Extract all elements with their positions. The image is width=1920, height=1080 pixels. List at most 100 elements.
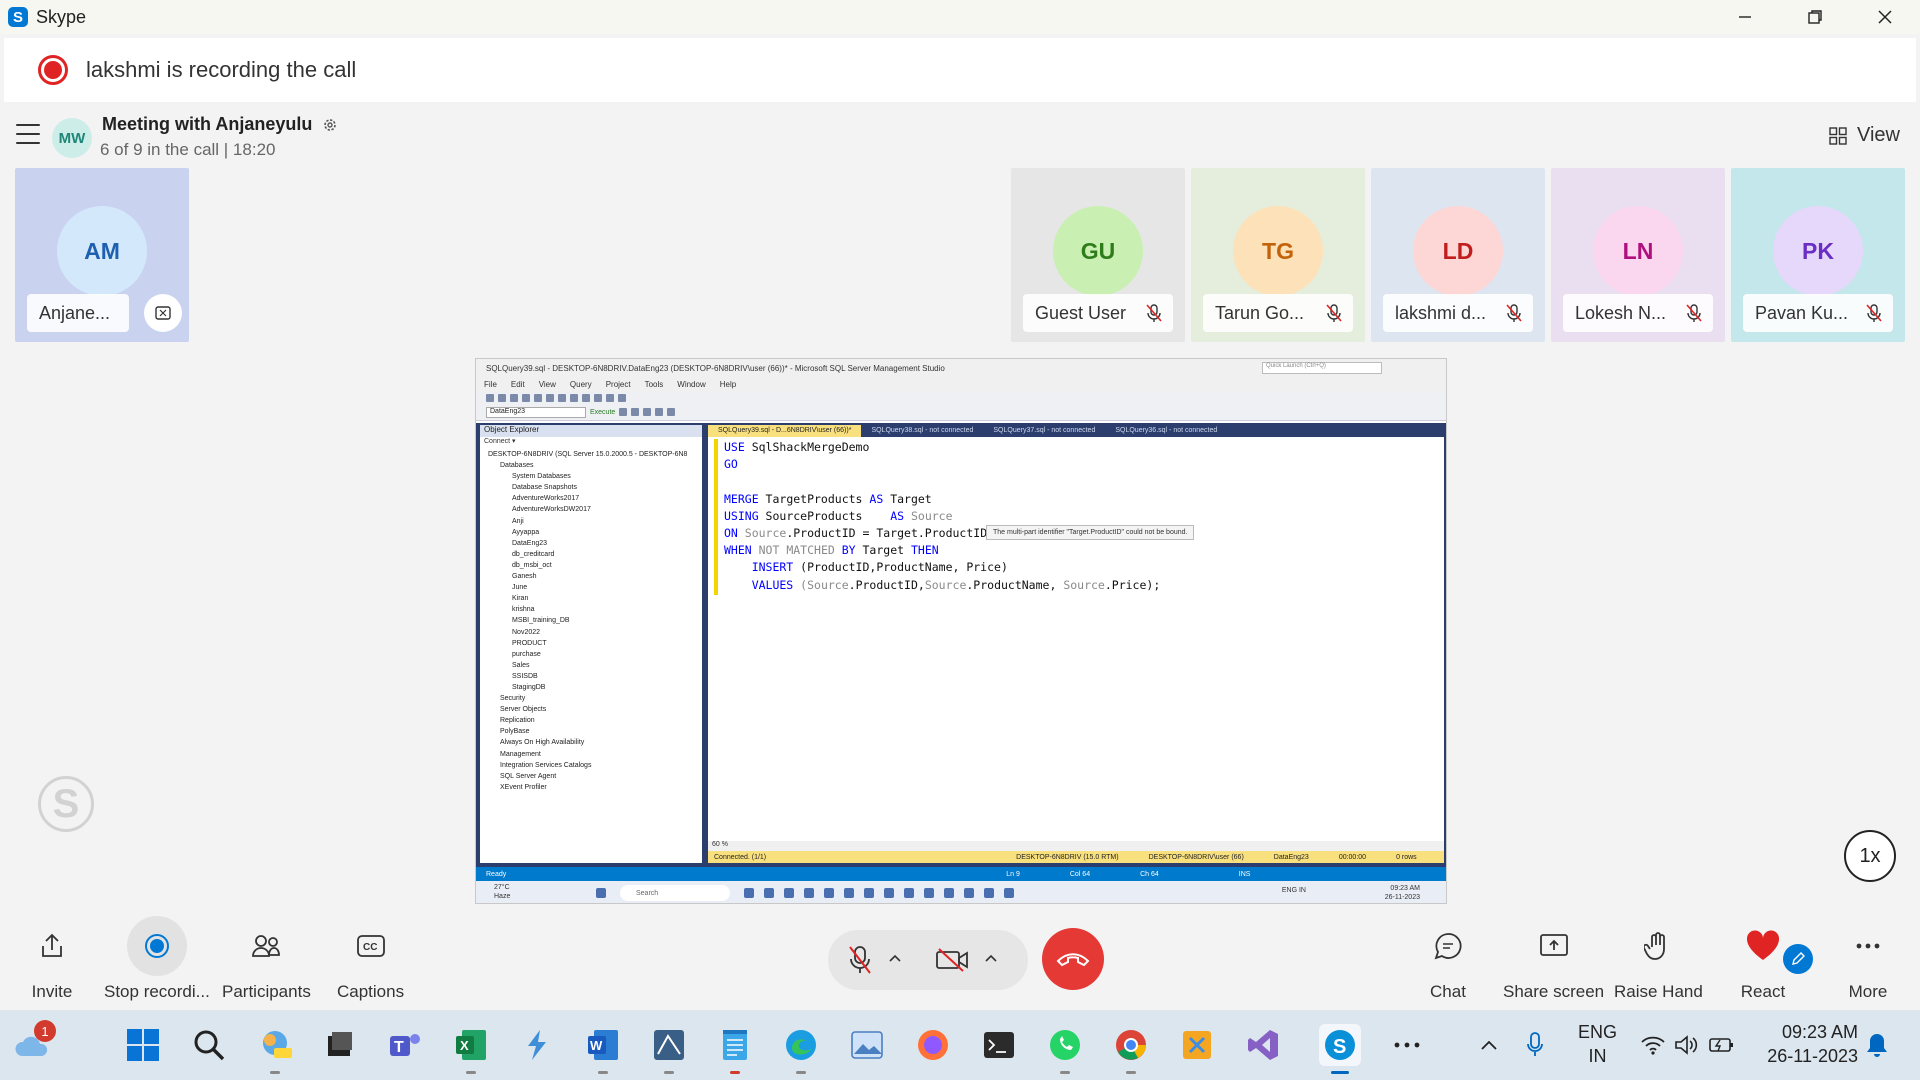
- captions-button[interactable]: CC Captions: [337, 916, 404, 1002]
- minimize-button[interactable]: [1710, 0, 1780, 34]
- taskbar-app-ssms[interactable]: [648, 1024, 690, 1074]
- taskbar-clock[interactable]: 09:23 AM 26-11-2023: [1767, 1020, 1858, 1068]
- mute-button[interactable]: [840, 940, 880, 980]
- tree-database[interactable]: DataEng23: [488, 538, 702, 549]
- editor-tab[interactable]: SQLQuery36.sql - not connected: [1105, 425, 1227, 437]
- tree-folder[interactable]: Always On High Availability: [488, 737, 702, 748]
- ssms-menu-item[interactable]: Edit: [511, 380, 525, 389]
- tree-folder[interactable]: XEvent Profiler: [488, 782, 702, 793]
- execute-button[interactable]: Execute: [590, 409, 615, 416]
- tree-database[interactable]: Nov2022: [488, 627, 702, 638]
- tree-database[interactable]: System Databases: [488, 471, 702, 482]
- taskbar-app-teams[interactable]: T: [384, 1024, 426, 1066]
- tree-database[interactable]: db_creditcard: [488, 549, 702, 560]
- taskbar-app-task-view[interactable]: [318, 1024, 360, 1066]
- tree-folder[interactable]: SQL Server Agent: [488, 771, 702, 782]
- start-button[interactable]: [122, 1024, 164, 1066]
- react-button[interactable]: React: [1733, 916, 1813, 1002]
- restore-button[interactable]: [1780, 0, 1850, 34]
- participant-tile[interactable]: LD lakshmi d...: [1371, 168, 1545, 342]
- quick-settings[interactable]: [1640, 1010, 1736, 1080]
- taskbar-app-excel[interactable]: X: [450, 1024, 492, 1074]
- weather-widget[interactable]: 1: [12, 1020, 56, 1066]
- tree-database[interactable]: krishna: [488, 604, 702, 615]
- tree-database[interactable]: AdventureWorks2017: [488, 493, 702, 504]
- chevron-up-icon[interactable]: [1480, 1039, 1498, 1051]
- chat-button[interactable]: Chat: [1418, 916, 1478, 1002]
- more-button[interactable]: More: [1838, 916, 1898, 1002]
- tree-database[interactable]: Ganesh: [488, 571, 702, 582]
- taskbar-app-edge[interactable]: [780, 1024, 822, 1074]
- taskbar-app-visual-studio[interactable]: [1242, 1024, 1284, 1066]
- editor-tab[interactable]: SQLQuery38.sql - not connected: [861, 425, 983, 437]
- editor-tab[interactable]: SQLQuery37.sql - not connected: [983, 425, 1105, 437]
- tree-database[interactable]: Sales: [488, 660, 702, 671]
- taskbar-app-terminal[interactable]: [978, 1024, 1020, 1066]
- ssms-menu-item[interactable]: File: [484, 380, 497, 389]
- query-editor[interactable]: SQLQuery39.sql - D...6N8DRIV\user (66))*…: [708, 425, 1444, 863]
- editor-tab[interactable]: SQLQuery39.sql - D...6N8DRIV\user (66))*: [708, 425, 862, 437]
- tree-database[interactable]: SSISDB: [488, 671, 702, 682]
- tree-database[interactable]: purchase: [488, 649, 702, 660]
- taskbar-app-skype[interactable]: S: [1319, 1024, 1361, 1074]
- connect-button[interactable]: Connect ▾: [480, 437, 702, 449]
- notifications-button[interactable]: [1866, 1010, 1888, 1080]
- ssms-menu-item[interactable]: Help: [720, 380, 736, 389]
- taskbar-overflow-button[interactable]: [1386, 1024, 1428, 1066]
- participant-tile[interactable]: PK Pavan Ku...: [1731, 168, 1905, 342]
- meeting-avatar[interactable]: MW: [52, 118, 92, 158]
- settings-icon[interactable]: [322, 117, 338, 133]
- audio-options-button[interactable]: [888, 950, 902, 968]
- menu-icon[interactable]: [16, 124, 40, 144]
- object-explorer-tree[interactable]: DESKTOP-6N8DRIV (SQL Server 15.0.2000.5 …: [480, 449, 702, 793]
- view-button[interactable]: View: [1829, 124, 1900, 147]
- tree-database[interactable]: PRODUCT: [488, 638, 702, 649]
- taskbar-app-firefox[interactable]: [912, 1024, 954, 1066]
- participant-tile[interactable]: GU Guest User: [1011, 168, 1185, 342]
- tree-folder[interactable]: Server Objects: [488, 704, 702, 715]
- participants-button[interactable]: Participants: [222, 916, 311, 1002]
- database-select[interactable]: DataEng23: [486, 406, 586, 418]
- participant-tile[interactable]: TG Tarun Go...: [1191, 168, 1365, 342]
- stop-recording-button[interactable]: Stop recordi...: [104, 916, 210, 1002]
- edit-reaction-button[interactable]: [1783, 944, 1813, 974]
- tree-database[interactable]: Ayyappa: [488, 527, 702, 538]
- zoom-level[interactable]: 60 %: [708, 841, 1444, 851]
- tree-databases[interactable]: Databases: [488, 460, 702, 471]
- tree-folder[interactable]: Security: [488, 693, 702, 704]
- taskbar-app-notepad[interactable]: [714, 1024, 756, 1074]
- tree-server[interactable]: DESKTOP-6N8DRIV (SQL Server 15.0.2000.5 …: [488, 449, 702, 460]
- close-button[interactable]: [1850, 0, 1920, 34]
- sql-code[interactable]: USE SqlShackMergeDemo GO MERGE TargetPro…: [724, 439, 1160, 594]
- tree-database[interactable]: Anji: [488, 516, 702, 527]
- tree-database[interactable]: MSBI_training_DB: [488, 615, 702, 626]
- tree-database[interactable]: AdventureWorksDW2017: [488, 504, 702, 515]
- taskbar-app-chrome[interactable]: [1110, 1024, 1152, 1074]
- language-indicator[interactable]: ENG IN: [1578, 1020, 1617, 1068]
- video-options-button[interactable]: [984, 950, 998, 968]
- taskbar-app-whatsapp[interactable]: [1044, 1024, 1086, 1074]
- speed-button[interactable]: 1x: [1844, 830, 1896, 882]
- raise-hand-button[interactable]: Raise Hand: [1614, 916, 1703, 1002]
- share-screen-button[interactable]: Share screen: [1503, 916, 1604, 1002]
- taskbar-app-snipping[interactable]: [1176, 1024, 1218, 1066]
- tree-database[interactable]: Database Snapshots: [488, 482, 702, 493]
- tree-folder[interactable]: Management: [488, 749, 702, 760]
- ssms-menu-item[interactable]: View: [539, 380, 556, 389]
- taskbar-app-copilot[interactable]: [254, 1024, 296, 1074]
- video-button[interactable]: [932, 940, 972, 980]
- tree-database[interactable]: Kiran: [488, 593, 702, 604]
- taskbar-app-power-automate[interactable]: [516, 1024, 558, 1066]
- shared-screen[interactable]: SQLQuery39.sql - DESKTOP-6N8DRIV.DataEng…: [475, 358, 1447, 904]
- meeting-title[interactable]: Meeting with Anjaneyulu: [102, 114, 338, 135]
- invite-button[interactable]: Invite: [22, 916, 82, 1002]
- quick-launch-input[interactable]: Quick Launch (Ctrl+Q): [1262, 362, 1382, 374]
- participant-tile[interactable]: LN Lokesh N...: [1551, 168, 1725, 342]
- participant-tile[interactable]: AM Anjane...: [15, 168, 189, 342]
- ssms-menu-item[interactable]: Project: [606, 380, 631, 389]
- tree-database[interactable]: StagingDB: [488, 682, 702, 693]
- taskbar-app-word[interactable]: W: [582, 1024, 624, 1074]
- search-button[interactable]: [188, 1024, 230, 1066]
- ssms-menu-item[interactable]: Query: [570, 380, 592, 389]
- tree-database[interactable]: db_msbi_oct: [488, 560, 702, 571]
